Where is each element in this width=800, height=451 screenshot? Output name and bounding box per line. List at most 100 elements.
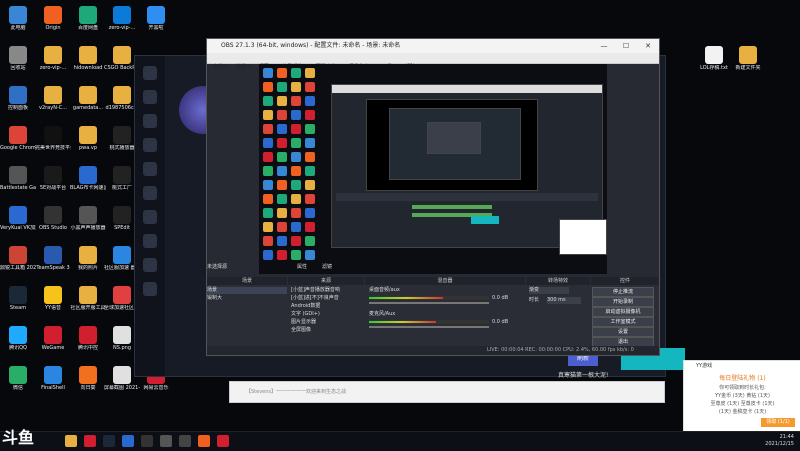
menu-item[interactable]: 文件(F): [213, 64, 230, 70]
control-button[interactable]: 设置: [592, 327, 654, 337]
maximize-button[interactable]: ☐: [615, 39, 637, 53]
control-button[interactable]: 停止推流: [592, 287, 654, 297]
close-button[interactable]: ✕: [637, 39, 659, 53]
desktop-icon[interactable]: 完美世界竞技平台: [35, 124, 71, 151]
app-icon[interactable]: [160, 435, 172, 447]
desktop-icon[interactable]: OBS Studio: [35, 204, 71, 231]
volume-slider[interactable]: [369, 326, 489, 328]
taskbar-clock[interactable]: 21:44 2021/12/15: [765, 434, 794, 448]
desktop-icon[interactable]: 社区服开服工具: [70, 284, 106, 311]
desktop-icon[interactable]: WeGame: [35, 324, 71, 351]
desktop-icon[interactable]: 新建文件夹: [730, 44, 766, 71]
mixer-dock-title: 混音器: [365, 277, 525, 285]
app-icon[interactable]: [122, 435, 134, 447]
desktop-icon[interactable]: 此电脑: [0, 4, 36, 31]
notification-claim-button[interactable]: 领取 (1/1): [761, 418, 795, 427]
app-icon[interactable]: [179, 435, 191, 447]
mixer-db-readout: 0.0 dB: [492, 295, 509, 301]
app-icon: [9, 246, 27, 264]
control-button[interactable]: 工作室模式: [592, 317, 654, 327]
desktop-icon[interactable]: 向日葵: [70, 364, 106, 391]
desktop-icon-label: 腾讯中控: [77, 345, 98, 351]
desktop-icon[interactable]: hidownload: [70, 44, 106, 71]
obs-window: OBS 27.1.3 (64-bit, windows) - 配置文件: 未命名…: [206, 38, 660, 356]
transition-select[interactable]: 渐变: [529, 287, 569, 294]
app-icon: [44, 206, 62, 224]
preview-desktop-icon: [263, 110, 273, 120]
desktop-icon[interactable]: TeamSpeak 3: [35, 244, 71, 271]
source-item[interactable]: 全屏图像: [291, 327, 363, 334]
preview-desktop-icon: [305, 250, 315, 260]
desktop-icon[interactable]: YY语音: [35, 284, 71, 311]
desktop-icon-label: pwa.vp: [78, 145, 98, 151]
app-icon: [79, 326, 97, 344]
desktop-icon[interactable]: 回收站: [0, 44, 36, 71]
desktop-icon-label: Origin: [45, 25, 61, 31]
app-icon: [113, 286, 131, 304]
file-explorer-icon[interactable]: [65, 435, 77, 447]
desktop-icon-label: YY语音: [44, 305, 62, 311]
preview-desktop-icon: [291, 68, 301, 78]
desktop-icon[interactable]: 腾讯QQ: [0, 324, 36, 351]
menu-item[interactable]: 编辑(E): [236, 64, 253, 70]
desktop-icon[interactable]: 我的照片: [70, 244, 106, 271]
app-icon: [9, 206, 27, 224]
preview-desktop-icon: [263, 82, 273, 92]
app-icon[interactable]: [198, 435, 210, 447]
app-icon: [9, 366, 27, 384]
desktop-icon[interactable]: gamedata...: [70, 84, 106, 111]
desktop-icon-label: zero-vip-...: [108, 25, 136, 31]
obs-taskbar-icon[interactable]: [141, 435, 153, 447]
volume-slider[interactable]: [369, 302, 489, 304]
desktop-icon-label: 屏幕截图 2021-12-1...: [104, 385, 140, 391]
source-item[interactable]: 图片显示器: [291, 319, 363, 326]
preview-desktop-icon: [263, 96, 273, 106]
desktop-icon[interactable]: Steam: [0, 284, 36, 311]
desktop-icon[interactable]: zero-vip-...: [104, 4, 140, 31]
desktop-icon[interactable]: pwa.vp: [70, 124, 106, 151]
duration-input[interactable]: 300 ms: [547, 297, 581, 304]
preview-desktop-icon: [291, 138, 301, 148]
scene-item[interactable]: 场景: [207, 287, 287, 294]
source-item[interactable]: [小蓝]声音播放器音响: [291, 287, 363, 294]
desktop-icon[interactable]: 微信: [0, 364, 36, 391]
desktop-icon[interactable]: Google Chrome: [0, 124, 36, 151]
desktop-icon[interactable]: 鼎锐工具箱 2021: [0, 244, 36, 271]
source-item[interactable]: Android数据: [291, 303, 363, 310]
desktop-icon[interactable]: zero-vip-...: [35, 44, 71, 71]
desktop-icon[interactable]: 开黑啦: [138, 4, 174, 31]
scene-item[interactable]: 锻制大: [207, 295, 287, 302]
chat-input-bar[interactable]: 【Stevens】一一一一一一欢迎来到生态之战: [229, 381, 665, 403]
desktop-icon[interactable]: 小黑声声播放器: [70, 204, 106, 231]
app-icon: [9, 6, 27, 24]
preview-desktop-icon: [277, 180, 287, 190]
preview-desktop-icon: [305, 152, 315, 162]
desktop-icon[interactable]: VeryKuai VK加速器: [0, 204, 36, 231]
desktop-icon[interactable]: Origin: [35, 4, 71, 31]
preview-desktop-icon: [263, 236, 273, 246]
control-button[interactable]: 启动虚拟摄像机: [592, 307, 654, 317]
desktop-icon[interactable]: LOL存稿.txt: [696, 44, 732, 71]
source-item[interactable]: [小蓝]进[不]不良声音: [291, 295, 363, 302]
filters-button[interactable]: 滤镜: [322, 264, 332, 271]
source-item[interactable]: 文字 (GDI+): [291, 311, 363, 318]
desktop-icon[interactable]: Battlestate Games L...: [0, 164, 36, 191]
obs-preview[interactable]: [259, 64, 607, 274]
desktop-icon-label: TeamSpeak 3: [36, 265, 70, 271]
desktop-icon[interactable]: 腾讯中控: [70, 324, 106, 351]
minimize-button[interactable]: —: [593, 39, 615, 53]
desktop-icon[interactable]: BLAG布卡网速区器: [70, 164, 106, 191]
desktop-icon[interactable]: v2rayN-C...: [35, 84, 71, 111]
desktop-icon[interactable]: 5E对战平台: [35, 164, 71, 191]
scenes-dock-title: 场景: [207, 277, 287, 285]
properties-button[interactable]: 属性: [297, 264, 307, 271]
app-icon[interactable]: [217, 435, 229, 447]
desktop-icon[interactable]: FinalShell: [35, 364, 71, 391]
control-button[interactable]: 开始录制: [592, 297, 654, 307]
yy-notification: YY游戏 每日登陆礼物 (1) 你可领取到时长礼包: YY金币 (3天) 黄钻 …: [683, 360, 800, 432]
app-icon[interactable]: [84, 435, 96, 447]
steam-icon[interactable]: [103, 435, 115, 447]
desktop-icon[interactable]: 百度网盘: [70, 4, 106, 31]
preview-desktop-icon: [263, 138, 273, 148]
desktop-icon[interactable]: 控制面板: [0, 84, 36, 111]
